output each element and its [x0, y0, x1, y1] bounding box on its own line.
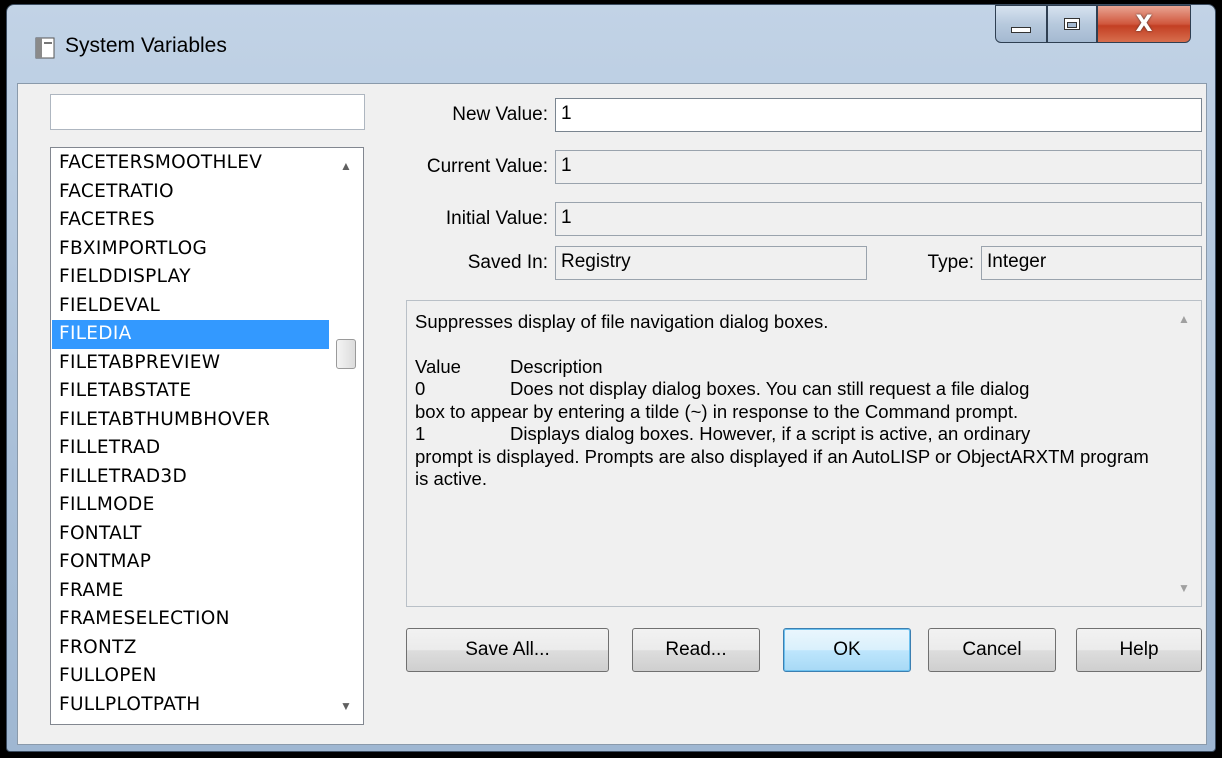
scroll-up-arrow-icon[interactable]: ▲ — [330, 151, 362, 181]
new-value-field[interactable]: 1 — [555, 98, 1202, 132]
current-value-field: 1 — [555, 150, 1202, 184]
description-column-header: Description — [510, 355, 603, 377]
list-item[interactable]: FILEDIA — [52, 320, 329, 349]
saved-in-field: Registry — [555, 246, 867, 280]
list-item[interactable]: FRAME — [52, 577, 329, 606]
list-item[interactable]: FONTALT — [52, 520, 329, 549]
list-item[interactable]: FILLETRAD3D — [52, 463, 329, 492]
description-row-0: 0 Does not display dialog boxes. You can… — [415, 378, 1030, 399]
saved-in-label: Saved In: — [467, 252, 548, 273]
search-input[interactable] — [50, 94, 365, 130]
minimize-icon — [1011, 27, 1031, 33]
list-item[interactable]: GEOLATLONGFORMAT — [52, 719, 329, 724]
description-text: Suppresses display of file navigation di… — [415, 311, 1161, 491]
list-item[interactable]: FACETRATIO — [52, 178, 329, 207]
list-item[interactable]: FILLMODE — [52, 491, 329, 520]
close-button[interactable]: X — [1097, 5, 1191, 43]
variable-list-items: FACETERSMOOTHLEV FACETRATIO FACETRES FBXIMP… — [52, 149, 329, 724]
list-item[interactable]: FONTMAP — [52, 548, 329, 577]
scroll-down-arrow-icon[interactable]: ▼ — [1168, 573, 1200, 603]
minimize-button[interactable] — [995, 5, 1047, 43]
list-item[interactable]: FACETRES — [52, 206, 329, 235]
system-variables-window: System Variables X FACETERSMOOTHLEV FACET… — [6, 4, 1216, 752]
scroll-down-arrow-icon[interactable]: ▼ — [330, 691, 362, 721]
value-column-header: Value — [415, 355, 461, 377]
close-icon: X — [1135, 11, 1153, 37]
list-item[interactable]: FRONTZ — [52, 634, 329, 663]
window-title: System Variables — [65, 34, 227, 57]
list-item[interactable]: FILETABTHUMBHOVER — [52, 406, 329, 435]
list-item[interactable]: FBXIMPORTLOG — [52, 235, 329, 264]
list-item[interactable]: FRAMESELECTION — [52, 605, 329, 634]
description-row-1: 1 Displays dialog boxes. However, if a s… — [415, 423, 1031, 444]
list-item[interactable]: FILLETRAD — [52, 434, 329, 463]
list-item[interactable]: FILETABPREVIEW — [52, 349, 329, 378]
new-value-label: New Value: — [452, 104, 548, 125]
maximize-button[interactable] — [1047, 5, 1097, 43]
initial-value-field: 1 — [555, 202, 1202, 236]
list-item[interactable]: FULLPLOTPATH — [52, 691, 329, 720]
cancel-button[interactable]: Cancel — [928, 628, 1056, 672]
maximize-icon — [1064, 18, 1080, 30]
variable-list-scrollbar[interactable]: ▲ ▼ — [330, 149, 362, 723]
description-row-1-continuation: prompt is displayed. Prompts are also di… — [415, 445, 1149, 490]
help-button[interactable]: Help — [1076, 628, 1202, 672]
type-field: Integer — [981, 246, 1202, 280]
app-icon — [35, 37, 55, 59]
scroll-thumb[interactable] — [336, 339, 356, 369]
dialog-client-area: FACETERSMOOTHLEV FACETRATIO FACETRES FBXIMP… — [17, 83, 1207, 745]
list-item[interactable]: FULLOPEN — [52, 662, 329, 691]
list-item[interactable]: FIELDEVAL — [52, 292, 329, 321]
description-scrollbar[interactable]: ▲ ▼ — [1168, 302, 1200, 605]
list-item[interactable]: FIELDDISPLAY — [52, 263, 329, 292]
scroll-up-arrow-icon[interactable]: ▲ — [1168, 304, 1200, 334]
description-row-0-continuation: box to appear by entering a tilde (~) in… — [415, 400, 1019, 422]
initial-value-label: Initial Value: — [445, 208, 548, 229]
read-button[interactable]: Read... — [632, 628, 760, 672]
list-item[interactable]: FACETERSMOOTHLEV — [52, 149, 329, 178]
variable-list[interactable]: FACETERSMOOTHLEV FACETRATIO FACETRES FBXIMP… — [50, 147, 364, 725]
description-header: Value Description — [415, 356, 1161, 379]
current-value-label: Current Value: — [426, 156, 548, 177]
save-all-button[interactable]: Save All... — [406, 628, 609, 672]
description-box[interactable]: Suppresses display of file navigation di… — [406, 300, 1202, 607]
list-item[interactable]: FILETABSTATE — [52, 377, 329, 406]
title-bar[interactable]: System Variables X — [7, 5, 1215, 83]
type-label: Type: — [927, 252, 974, 273]
description-summary: Suppresses display of file navigation di… — [415, 311, 829, 332]
ok-button[interactable]: OK — [783, 628, 911, 672]
